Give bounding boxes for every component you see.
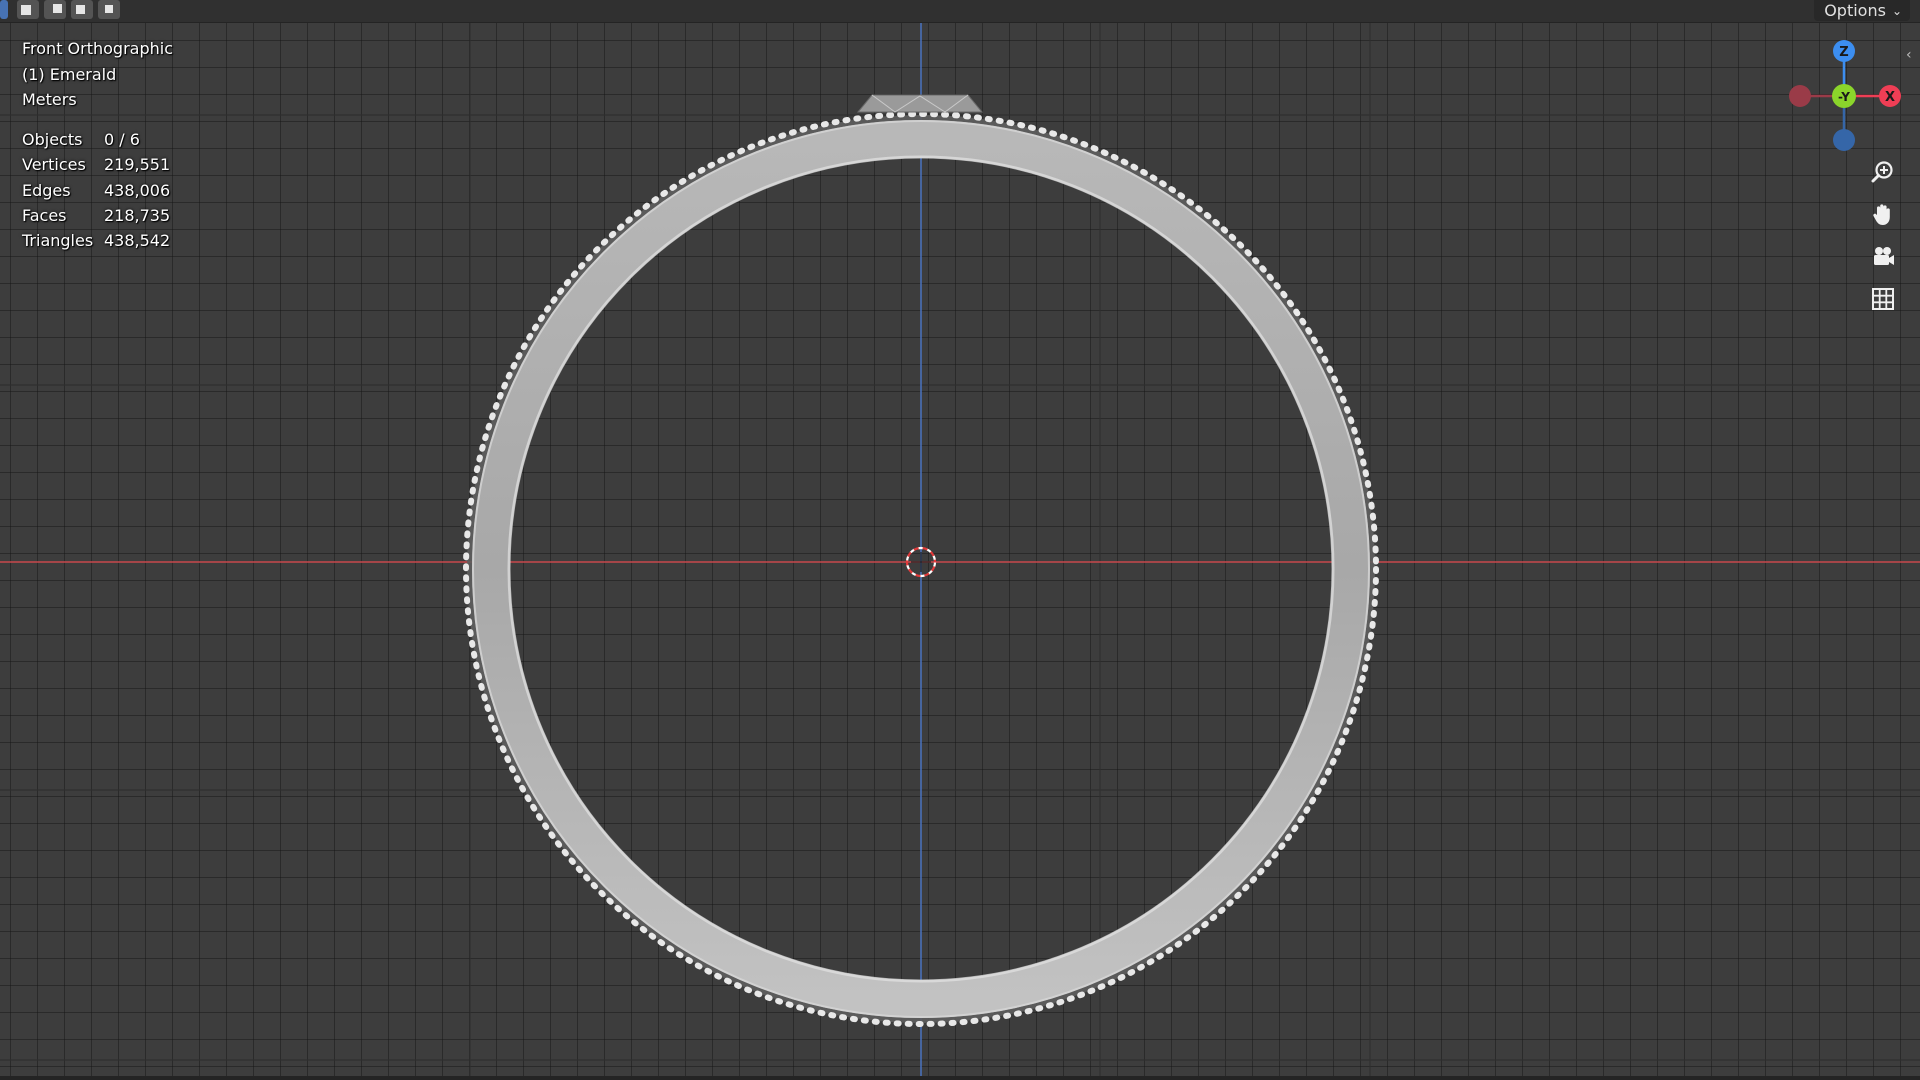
extend-selection-button[interactable] (17, 0, 39, 19)
viewport-scene (0, 22, 1920, 1080)
subtract-selection-button[interactable] (44, 0, 66, 19)
gizmo-z-axis[interactable]: Z (1833, 40, 1855, 62)
3d-viewport[interactable] (0, 0, 1920, 1080)
stat-label: Triangles (22, 231, 94, 251)
major-grid (0, 22, 1920, 1080)
gizmo-z-label: Z (1839, 45, 1848, 60)
stat-label: Faces (22, 205, 67, 225)
options-label: Options (1824, 0, 1886, 20)
gizmo-neg-z-axis[interactable] (1833, 129, 1855, 151)
stat-value: 219,551 (104, 155, 171, 175)
navigation-gizmo[interactable]: Z X -Y (1780, 36, 1910, 154)
stat-value: 438,542 (104, 231, 171, 251)
gizmo-neg-y-axis[interactable]: -Y (1832, 84, 1856, 108)
stat-row-triangles: Triangles 438,542 (22, 228, 170, 253)
stat-label: Edges (22, 180, 71, 200)
intersect-selection-button[interactable] (98, 0, 120, 19)
unit-system: Meters (22, 90, 77, 109)
view-name: Front Orthographic (22, 39, 174, 58)
sidebar-toggle-chevron-icon[interactable]: ‹ (1906, 48, 1918, 62)
grid-icon[interactable] (1865, 281, 1901, 317)
gizmo-y-label: -Y (1838, 90, 1850, 104)
gizmo-x-label: X (1885, 90, 1895, 105)
select-box-mode-button[interactable] (0, 0, 8, 19)
zoom-icon[interactable] (1865, 154, 1901, 190)
viewport-header: Options ⌄ (0, 0, 1920, 23)
stat-row-vertices: Vertices 219,551 (22, 152, 170, 177)
stat-row-faces: Faces 218,735 (22, 203, 170, 228)
active-object-name: (1) Emerald (22, 64, 117, 84)
bottom-border (0, 1076, 1920, 1080)
stat-label: Objects (22, 130, 83, 149)
stat-row-objects: Objects 0 / 6 (22, 127, 170, 152)
stat-value: 218,735 (104, 205, 171, 225)
chevron-down-icon: ⌄ (1891, 3, 1902, 18)
gizmo-neg-x-axis[interactable] (1789, 85, 1811, 107)
viewport-text-info: Front Orthographic (1) Emerald Meters (22, 36, 173, 113)
camera-icon[interactable] (1865, 238, 1901, 274)
scene-statistics: Objects 0 / 6 Vertices 219,551 Edges 438… (22, 127, 170, 253)
invert-selection-button[interactable] (71, 0, 93, 19)
stat-value: 0 / 6 (104, 130, 140, 149)
gizmo-x-axis[interactable]: X (1879, 85, 1901, 107)
stat-label: Vertices (22, 155, 86, 175)
3d-cursor[interactable] (905, 546, 937, 578)
pan-hand-icon[interactable] (1865, 196, 1901, 232)
options-dropdown[interactable]: Options ⌄ (1814, 0, 1910, 21)
stat-value: 438,006 (104, 180, 171, 200)
stat-row-edges: Edges 438,006 (22, 178, 170, 203)
